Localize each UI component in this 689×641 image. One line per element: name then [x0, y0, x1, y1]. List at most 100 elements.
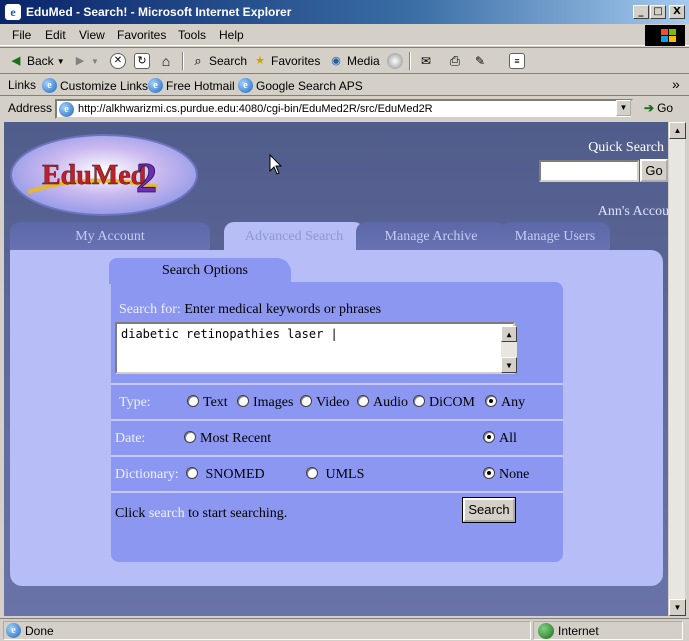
address-bar: Address e http://alkhwarizmi.cs.purdue.e…: [0, 97, 689, 121]
address-dropdown-icon[interactable]: ▼: [616, 100, 631, 116]
search-icon: ⌕: [194, 53, 202, 68]
refresh-icon[interactable]: ↻: [134, 53, 150, 69]
ie-page-icon: e: [238, 78, 253, 93]
back-button[interactable]: ◀ Back ▼: [8, 53, 65, 69]
stop-icon[interactable]: ✕: [110, 53, 126, 69]
svg-text:EduMed: EduMed: [42, 160, 147, 191]
menu-tools[interactable]: Tools: [178, 28, 206, 42]
zone-label: Internet: [558, 623, 599, 638]
type-option-dicom[interactable]: DiCOM: [413, 395, 475, 411]
back-label: Back: [27, 54, 54, 68]
ie-page-icon: e: [42, 78, 57, 93]
mouse-cursor-icon: [269, 154, 283, 175]
link-label: Customize Links: [60, 78, 149, 93]
search-submit-button[interactable]: Search: [462, 497, 516, 523]
type-option-video[interactable]: Video: [300, 395, 349, 411]
close-button[interactable]: X: [669, 5, 685, 19]
option-label: Audio: [373, 395, 408, 410]
history-icon[interactable]: [387, 53, 403, 69]
option-label: SNOMED: [205, 467, 265, 482]
svg-text:2: 2: [136, 156, 157, 202]
status-bar: e Done Internet: [0, 618, 689, 641]
date-row: Date: Most Recent All: [111, 431, 563, 451]
status-left-pane: e Done: [3, 621, 531, 640]
type-option-text[interactable]: Text: [187, 395, 228, 411]
search-options-title: Search Options: [109, 258, 291, 284]
quick-search-go-button[interactable]: Go: [640, 159, 668, 182]
favorites-button[interactable]: ★ Favorites: [252, 53, 320, 69]
option-label: All: [499, 431, 517, 446]
window-title: EduMed - Search! - Microsoft Internet Ex…: [26, 5, 292, 19]
type-option-images[interactable]: Images: [237, 395, 293, 411]
address-input[interactable]: e http://alkhwarizmi.cs.purdue.edu:4080/…: [55, 99, 633, 119]
keywords-textarea[interactable]: diabetic retinopathies laser | ▲ ▼: [115, 322, 517, 374]
link-customize-links[interactable]: e Customize Links: [42, 78, 148, 93]
search-link[interactable]: search: [149, 506, 185, 521]
quick-search-input[interactable]: [539, 160, 639, 182]
radio-icon: [300, 395, 312, 407]
date-option-all[interactable]: All: [483, 431, 517, 447]
option-label: Images: [253, 395, 294, 410]
date-option-most-recent[interactable]: Most Recent: [184, 431, 271, 447]
menu-favorites[interactable]: Favorites: [117, 28, 166, 42]
windows-logo-icon: [645, 25, 685, 46]
ie-page-icon: e: [59, 101, 74, 117]
toolbar-separator: [182, 52, 184, 70]
instruction-prefix: Click: [115, 506, 146, 521]
maximize-button[interactable]: □: [650, 5, 666, 19]
radio-icon: [306, 467, 318, 479]
date-label: Date:: [115, 431, 146, 446]
dictionary-option-none[interactable]: None: [483, 467, 529, 483]
link-free-hotmail[interactable]: e Free Hotmail: [148, 78, 235, 93]
edit-icon[interactable]: ✎: [472, 53, 488, 69]
discuss-icon[interactable]: ≡: [509, 53, 525, 69]
divider: [111, 419, 563, 421]
title-bar[interactable]: e EduMed - Search! - Microsoft Internet …: [0, 0, 689, 24]
dictionary-option-snomed[interactable]: SNOMED: [186, 467, 265, 483]
tab-manage-archive[interactable]: Manage Archive: [356, 222, 506, 252]
minimize-button[interactable]: _: [633, 5, 649, 19]
scroll-up-icon[interactable]: ▲: [669, 122, 686, 139]
media-label: Media: [347, 54, 380, 68]
page-scrollbar[interactable]: ▲ ▼: [668, 122, 686, 616]
dictionary-row: Dictionary: SNOMED UMLS None: [111, 467, 563, 487]
dictionary-label: Dictionary:: [115, 467, 179, 482]
search-button[interactable]: ⌕ Search: [190, 53, 247, 69]
menu-file[interactable]: File: [12, 28, 31, 42]
textarea-scrollbar[interactable]: ▲ ▼: [501, 326, 517, 373]
ie-page-icon: e: [6, 623, 21, 638]
scroll-up-icon[interactable]: ▲: [501, 326, 517, 342]
menu-view[interactable]: View: [79, 28, 105, 42]
media-button[interactable]: ◉ Media: [328, 53, 380, 69]
links-overflow-chevron[interactable]: »: [672, 76, 680, 92]
link-label: Google Search APS: [256, 78, 363, 93]
account-link[interactable]: Ann's Account: [598, 204, 668, 220]
tab-advanced-search[interactable]: Advanced Search: [224, 222, 364, 252]
menu-bar: File Edit View Favorites Tools Help: [0, 24, 689, 46]
divider: [111, 383, 563, 385]
menu-edit[interactable]: Edit: [45, 28, 66, 42]
dictionary-option-umls[interactable]: UMLS: [306, 467, 364, 483]
type-option-any[interactable]: Any: [485, 395, 525, 411]
type-label: Type:: [119, 395, 151, 410]
scroll-down-icon[interactable]: ▼: [501, 357, 517, 373]
tab-my-account[interactable]: My Account: [10, 222, 210, 252]
print-icon[interactable]: ⎙: [447, 53, 463, 69]
type-option-audio[interactable]: Audio: [357, 395, 408, 411]
link-google-search-aps[interactable]: e Google Search APS: [238, 78, 363, 93]
search-for-row: Search for: Enter medical keywords or ph…: [111, 302, 563, 318]
scroll-down-icon[interactable]: ▼: [669, 599, 686, 616]
option-label: Text: [203, 395, 228, 410]
toolbar-separator: [409, 52, 411, 70]
menu-help[interactable]: Help: [219, 28, 244, 42]
ie-page-icon: e: [148, 78, 163, 93]
forward-button[interactable]: ▶ ▼: [72, 53, 99, 69]
mail-icon[interactable]: ✉: [418, 53, 434, 69]
type-row: Type: Text Images Video Audio DiCOM Any: [111, 395, 563, 415]
radio-selected-icon: [483, 467, 495, 479]
instruction-suffix: to start searching.: [188, 506, 288, 521]
tab-manage-users[interactable]: Manage Users: [500, 222, 610, 252]
go-button[interactable]: ➔ Go: [644, 101, 673, 115]
home-icon[interactable]: ⌂: [158, 53, 174, 69]
divider: [111, 491, 563, 493]
